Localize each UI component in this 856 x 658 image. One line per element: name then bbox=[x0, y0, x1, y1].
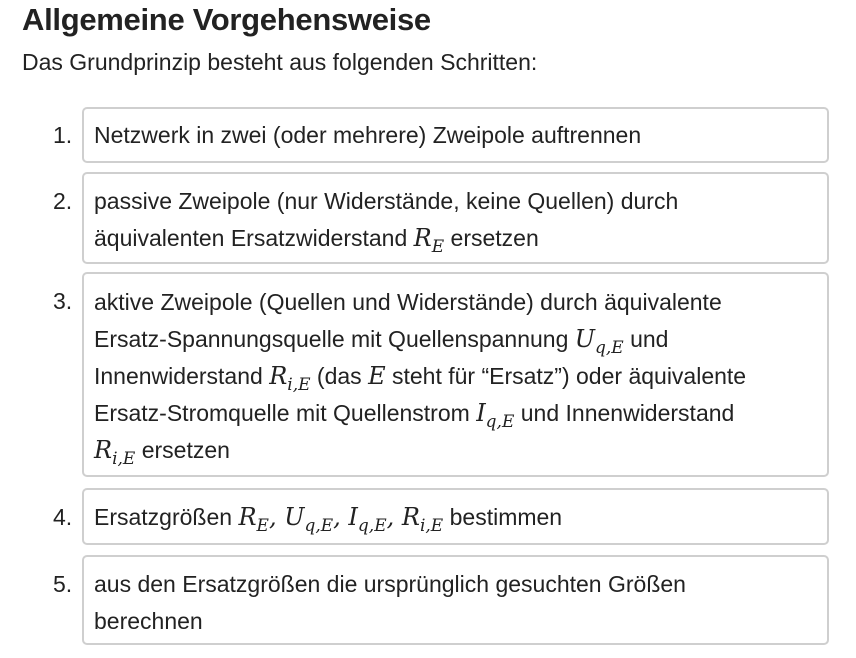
math-symbol: Ri,E bbox=[94, 436, 136, 469]
step-number: 3. bbox=[53, 288, 73, 314]
step-text: aus den Ersatzgrößen die ursprünglich ge… bbox=[94, 571, 686, 597]
step-line: Ersatz-Stromquelle mit Quellenstrom Iq,E… bbox=[94, 395, 817, 432]
step-text: aktive Zweipole (Quellen und Widerstände… bbox=[94, 289, 722, 315]
step-line: passive Zweipole (nur Widerstände, keine… bbox=[94, 183, 817, 220]
math-symbol: E bbox=[368, 362, 386, 390]
step-line: Netzwerk in zwei (oder mehrere) Zweipole… bbox=[94, 117, 817, 154]
step-text: berechnen bbox=[94, 608, 203, 634]
step-line: Ersatz-Spannungsquelle mit Quellenspannu… bbox=[94, 321, 817, 358]
step-text: (das bbox=[310, 363, 369, 389]
step-line: berechnen bbox=[94, 603, 817, 640]
step-number: 5. bbox=[53, 571, 73, 597]
step-line: Ersatzgrößen RE, Uq,E, Iq,E, Ri,E bestim… bbox=[94, 499, 817, 536]
step-text: Ersatz-Stromquelle mit Quellenstrom bbox=[94, 400, 477, 426]
page-title: Allgemeine Vorgehensweise bbox=[22, 2, 431, 37]
step-number: 4. bbox=[53, 504, 73, 530]
math-symbol: Ri,E bbox=[269, 362, 311, 395]
step-box: Netzwerk in zwei (oder mehrere) Zweipole… bbox=[82, 107, 829, 163]
step-text: äquivalenten Ersatzwiderstand bbox=[94, 225, 414, 251]
step-text: bestimmen bbox=[443, 504, 563, 530]
page: Allgemeine Vorgehensweise Das Grundprinz… bbox=[0, 0, 856, 658]
step-text: ersetzen bbox=[135, 437, 230, 463]
math-symbol: RE bbox=[413, 224, 445, 257]
step-text: passive Zweipole (nur Widerstände, keine… bbox=[94, 188, 679, 214]
step-box: aktive Zweipole (Quellen und Widerstände… bbox=[82, 272, 829, 477]
step-line: aus den Ersatzgrößen die ursprünglich ge… bbox=[94, 566, 817, 603]
step-text: und bbox=[623, 326, 669, 352]
step-text: Ersatzgrößen bbox=[94, 504, 239, 530]
step-box: aus den Ersatzgrößen die ursprünglich ge… bbox=[82, 555, 829, 645]
step-line: äquivalenten Ersatzwiderstand RE ersetze… bbox=[94, 220, 817, 257]
step-number: 2. bbox=[53, 188, 73, 214]
step-line: aktive Zweipole (Quellen und Widerstände… bbox=[94, 284, 817, 321]
step-text: steht für “Ersatz”) oder äquivalente bbox=[385, 363, 747, 389]
intro-text: Das Grundprinzip besteht aus folgenden S… bbox=[22, 49, 538, 75]
math-symbol: Uq,E bbox=[574, 325, 624, 358]
step-text: Ersatz-Spannungsquelle mit Quellenspannu… bbox=[94, 326, 575, 352]
step-number: 1. bbox=[53, 122, 73, 148]
step-line: Innenwiderstand Ri,E (das E steht für “E… bbox=[94, 358, 817, 395]
step-text: Netzwerk in zwei (oder mehrere) Zweipole… bbox=[94, 122, 642, 148]
step-text: und Innenwiderstand bbox=[514, 400, 735, 426]
step-box: passive Zweipole (nur Widerstände, keine… bbox=[82, 172, 829, 264]
math-symbol: Iq,E bbox=[476, 399, 515, 432]
step-box: Ersatzgrößen RE, Uq,E, Iq,E, Ri,E bestim… bbox=[82, 488, 829, 545]
step-text: Innenwiderstand bbox=[94, 363, 270, 389]
math-symbol: RE, Uq,E, Iq,E, Ri,E bbox=[238, 503, 444, 536]
step-text: ersetzen bbox=[444, 225, 539, 251]
step-line: Ri,E ersetzen bbox=[94, 432, 817, 469]
